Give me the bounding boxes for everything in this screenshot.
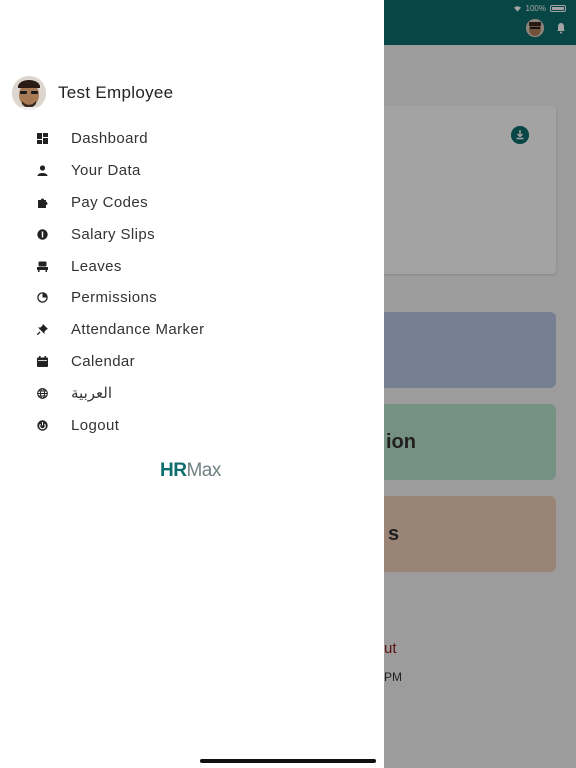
menu-item-dashboard[interactable]: Dashboard bbox=[0, 123, 384, 155]
dashboard-icon bbox=[36, 133, 48, 145]
menu-item-logout[interactable]: Logout bbox=[0, 409, 384, 441]
user-avatar bbox=[12, 76, 46, 110]
person-icon bbox=[36, 165, 48, 177]
logo-hr-text: HR bbox=[160, 460, 187, 481]
menu-item-label: Calendar bbox=[71, 352, 136, 370]
menu-item-label: العربية bbox=[71, 385, 112, 403]
menu-item-permissions[interactable]: Permissions bbox=[0, 282, 384, 314]
menu-item-label: Dashboard bbox=[71, 130, 148, 148]
menu-item-salary-slips[interactable]: Salary Slips bbox=[0, 218, 384, 250]
user-name: Test Employee bbox=[58, 83, 174, 102]
menu-item-label: Leaves bbox=[71, 257, 122, 275]
user-profile[interactable]: Test Employee bbox=[12, 76, 173, 110]
logo-max-text: Max bbox=[186, 460, 221, 481]
power-icon bbox=[36, 419, 48, 431]
menu-item-label: Logout bbox=[71, 416, 120, 434]
menu-item-label: Attendance Marker bbox=[71, 321, 205, 339]
menu-item-label: Your Data bbox=[71, 162, 141, 180]
menu-item-language-arabic[interactable]: العربية bbox=[0, 377, 384, 409]
menu-item-pay-codes[interactable]: Pay Codes bbox=[0, 187, 384, 219]
drawer-menu: Dashboard Your Data Pay Codes Salary Sli… bbox=[0, 123, 384, 441]
calendar-icon bbox=[36, 355, 48, 367]
home-indicator[interactable] bbox=[200, 759, 376, 763]
navigation-drawer: Test Employee Dashboard Your Data Pay Co… bbox=[0, 0, 384, 768]
menu-item-calendar[interactable]: Calendar bbox=[0, 346, 384, 378]
menu-item-label: Permissions bbox=[71, 289, 158, 307]
menu-item-label: Pay Codes bbox=[71, 193, 148, 211]
hrmax-logo: HR Max bbox=[160, 460, 221, 482]
clock-pie-icon bbox=[36, 292, 48, 304]
drawer-scrim[interactable] bbox=[384, 0, 576, 768]
menu-item-leaves[interactable]: Leaves bbox=[0, 250, 384, 282]
seat-icon bbox=[36, 260, 48, 272]
menu-item-your-data[interactable]: Your Data bbox=[0, 155, 384, 187]
pin-icon bbox=[36, 324, 48, 336]
globe-icon bbox=[36, 387, 48, 399]
menu-item-attendance-marker[interactable]: Attendance Marker bbox=[0, 314, 384, 346]
coin-icon bbox=[36, 228, 48, 240]
puzzle-icon bbox=[36, 196, 48, 208]
menu-item-label: Salary Slips bbox=[71, 225, 155, 243]
